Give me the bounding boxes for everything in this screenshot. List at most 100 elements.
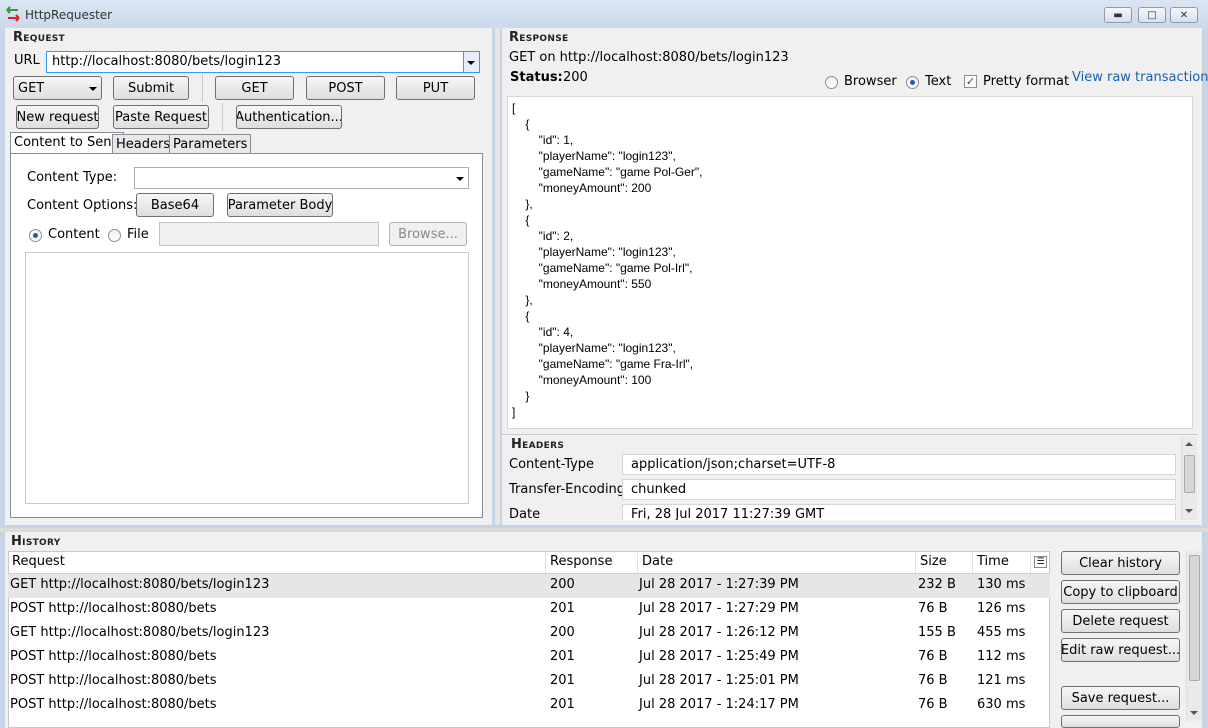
header-name: Date xyxy=(509,507,541,522)
history-size-cell: 76 B xyxy=(918,673,948,688)
put-button[interactable]: PUT xyxy=(396,76,475,100)
file-path-input[interactable] xyxy=(159,222,379,246)
text-view-radio[interactable] xyxy=(906,76,919,89)
table-row[interactable]: POST http://localhost:8080/bets 201 Jul 28… xyxy=(8,670,1050,694)
response-body-line: } xyxy=(512,389,530,403)
response-body-line: }, xyxy=(512,293,533,307)
header-value[interactable]: application/json;charset=UTF-8 xyxy=(622,454,1176,475)
paste-request-button[interactable]: Paste Request xyxy=(113,105,209,129)
method-value: GET xyxy=(18,80,45,96)
history-scrollbar[interactable] xyxy=(1186,551,1202,721)
file-radio-label: File xyxy=(127,227,149,242)
header-value[interactable]: Fri, 28 Jul 2017 11:27:39 GMT xyxy=(622,504,1176,520)
submit-button[interactable]: Submit xyxy=(113,76,189,100)
history-section-title: History xyxy=(11,534,61,549)
close-button[interactable]: ✕ xyxy=(1170,7,1198,23)
copy-to-clipboard-button[interactable]: Copy to clipboard xyxy=(1061,580,1180,604)
history-size-cell: 76 B xyxy=(918,649,948,664)
content-type-select[interactable] xyxy=(134,167,469,189)
history-size-cell: 155 B xyxy=(918,625,956,640)
table-row[interactable]: POST http://localhost:8080/bets 201 Jul 28… xyxy=(8,598,1050,622)
history-response-cell: 200 xyxy=(550,577,575,592)
history-date-cell: Jul 28 2017 - 1:25:49 PM xyxy=(639,649,799,664)
new-request-button[interactable]: New request xyxy=(16,105,99,129)
scroll-down-icon xyxy=(1185,509,1193,513)
header-name: Content-Type xyxy=(509,457,595,472)
history-date-cell: Jul 28 2017 - 1:27:39 PM xyxy=(639,577,799,592)
toolbar-divider xyxy=(222,103,223,131)
content-radio-label: Content xyxy=(48,227,100,242)
title-bar xyxy=(0,0,1208,30)
response-body-line: "gameName": "game Pol-Irl", xyxy=(512,261,693,275)
content-options-label: Content Options: xyxy=(27,198,138,213)
url-value: http://localhost:8080/bets/login123 xyxy=(52,54,282,69)
column-header-size[interactable]: Size xyxy=(916,553,973,573)
vertical-splitter[interactable] xyxy=(495,28,500,525)
history-size-cell: 232 B xyxy=(918,577,956,592)
history-time-cell: 126 ms xyxy=(977,601,1026,616)
history-time-cell: 130 ms xyxy=(977,577,1026,592)
authentication-button[interactable]: Authentication... xyxy=(236,105,342,129)
history-request-cell: POST http://localhost:8080/bets xyxy=(10,649,217,664)
tab-headers[interactable]: Headers xyxy=(112,134,175,154)
scroll-up-icon xyxy=(1185,442,1193,446)
app-arrows-icon xyxy=(6,6,20,22)
history-response-cell: 200 xyxy=(550,625,575,640)
column-header-time[interactable]: Time xyxy=(973,553,1031,573)
column-header-request[interactable]: Request xyxy=(8,553,546,573)
url-input[interactable]: http://localhost:8080/bets/login123 xyxy=(46,51,480,73)
headers-scrollbar[interactable] xyxy=(1181,437,1197,520)
response-body-line: [ xyxy=(512,101,516,115)
pretty-format-label: Pretty format xyxy=(983,74,1070,89)
delete-request-button[interactable]: Delete request xyxy=(1061,609,1180,633)
column-header-date[interactable]: Date xyxy=(638,553,916,573)
content-textarea[interactable] xyxy=(25,252,469,504)
pretty-format-checkbox[interactable]: ✓ xyxy=(964,75,977,88)
browse-button[interactable]: Browse... xyxy=(389,222,467,246)
method-select[interactable]: GET xyxy=(13,76,102,100)
minimize-button[interactable]: ▬ xyxy=(1104,7,1132,23)
headers-section-title: Headers xyxy=(511,437,565,452)
table-row[interactable]: GET http://localhost:8080/bets/login123 2… xyxy=(8,574,1050,598)
content-radio[interactable] xyxy=(29,229,42,242)
history-response-cell: 201 xyxy=(550,673,575,688)
chevron-down-icon xyxy=(467,61,475,65)
more-button[interactable] xyxy=(1061,715,1180,728)
response-body-line: { xyxy=(512,117,530,131)
save-request-button[interactable]: Save request... xyxy=(1061,686,1180,710)
history-date-cell: Jul 28 2017 - 1:24:17 PM xyxy=(639,697,799,712)
tab-content-to-send[interactable]: Content to Send xyxy=(10,132,124,154)
response-summary: GET on http://localhost:8080/bets/login1… xyxy=(509,50,789,65)
table-row[interactable]: GET http://localhost:8080/bets/login123 2… xyxy=(8,622,1050,646)
base64-button[interactable]: Base64 xyxy=(136,193,214,217)
history-date-cell: Jul 28 2017 - 1:26:12 PM xyxy=(639,625,799,640)
history-request-cell: GET http://localhost:8080/bets/login123 xyxy=(10,625,270,640)
scrollbar-thumb[interactable] xyxy=(1189,555,1200,681)
tab-parameters[interactable]: Parameters xyxy=(169,134,252,154)
edit-raw-request-button[interactable]: Edit raw request... xyxy=(1061,638,1180,662)
column-header-response[interactable]: Response xyxy=(546,553,638,573)
response-section-title: Response xyxy=(509,30,569,45)
parameter-body-button[interactable]: Parameter Body xyxy=(227,193,333,217)
get-button[interactable]: GET xyxy=(215,76,294,100)
history-response-cell: 201 xyxy=(550,697,575,712)
headers-divider xyxy=(502,434,1198,435)
history-time-cell: 630 ms xyxy=(977,697,1026,712)
header-value[interactable]: chunked xyxy=(622,479,1176,500)
file-radio[interactable] xyxy=(108,229,121,242)
response-body[interactable]: [ { "id": 1, "playerName": "login123", "… xyxy=(507,96,1193,429)
view-raw-transaction-link[interactable]: View raw transaction xyxy=(1072,70,1208,85)
maximize-button[interactable]: □ xyxy=(1138,7,1166,23)
browser-view-radio[interactable] xyxy=(825,76,838,89)
clear-history-button[interactable]: Clear history xyxy=(1061,551,1180,575)
table-row[interactable]: POST http://localhost:8080/bets 201 Jul 28… xyxy=(8,694,1050,718)
history-request-cell: POST http://localhost:8080/bets xyxy=(10,601,217,616)
scrollbar-thumb[interactable] xyxy=(1184,455,1195,493)
url-dropdown-button[interactable] xyxy=(463,52,479,72)
history-request-cell: POST http://localhost:8080/bets xyxy=(10,673,217,688)
column-chooser-icon[interactable]: ☰ xyxy=(1034,556,1047,568)
chevron-down-icon xyxy=(456,177,464,181)
table-row[interactable]: POST http://localhost:8080/bets 201 Jul 28… xyxy=(8,646,1050,670)
post-button[interactable]: POST xyxy=(306,76,385,100)
request-section-title: Request xyxy=(13,30,65,45)
